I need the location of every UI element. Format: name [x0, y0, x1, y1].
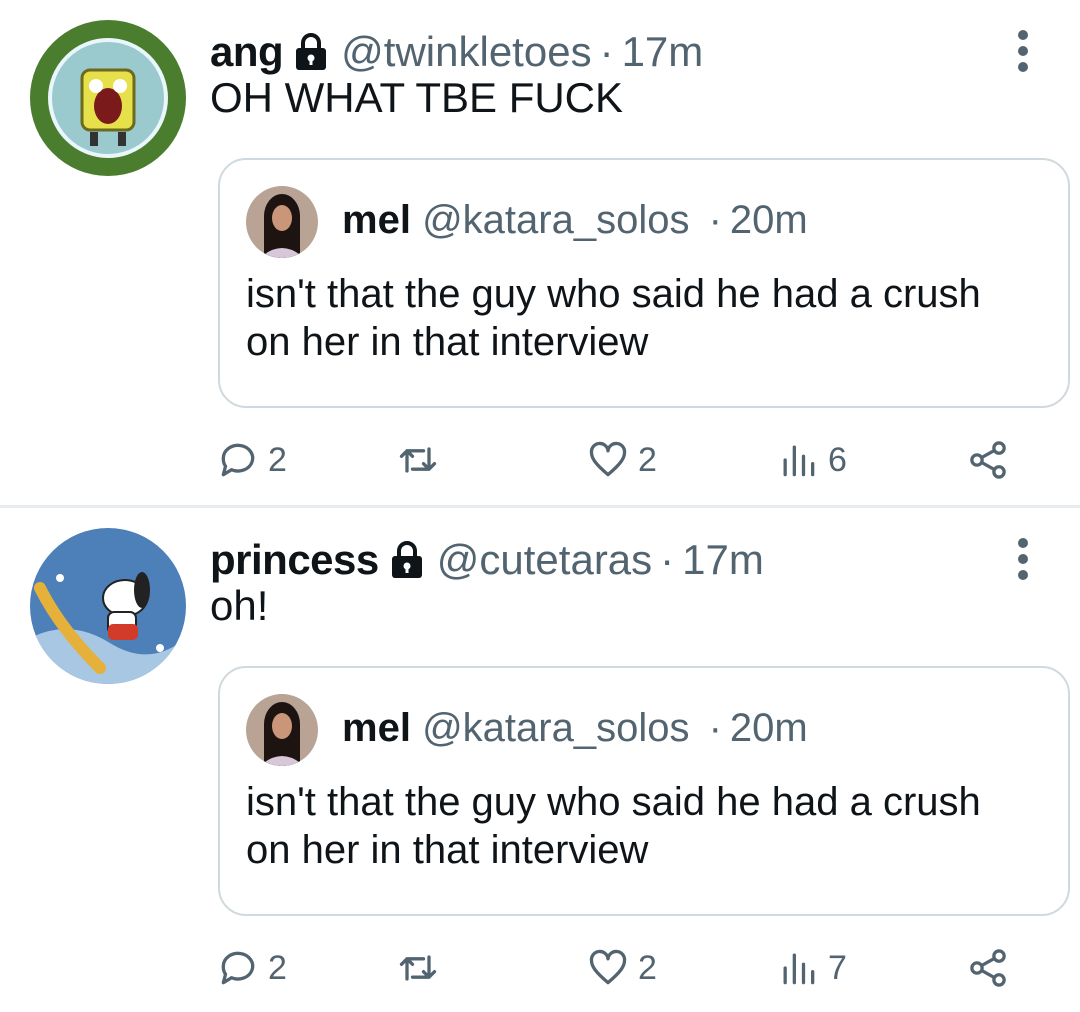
quoted-header: mel @katara_solos · 20m [342, 198, 808, 243]
quoted-timestamp: 20m [729, 198, 808, 242]
quoted-author-name[interactable]: mel [342, 198, 411, 242]
tweet-text: oh! [210, 582, 269, 629]
reply-button[interactable]: 2 [216, 943, 287, 993]
quoted-author-name[interactable]: mel [342, 706, 411, 750]
quoted-text: isn't that the guy who said he had a cru… [246, 272, 981, 364]
quoted-tweet[interactable]: mel @katara_solos · 20m isn't that the gu… [218, 666, 1070, 916]
tweet-header: ang @twinkletoes · 17m [210, 24, 703, 80]
author-handle[interactable]: @cutetaras [437, 536, 652, 584]
quoted-text: isn't that the guy who said he had a cru… [246, 780, 981, 872]
tweet[interactable]: ang @twinkletoes · 17m OH WHAT TBE FUCK … [0, 0, 1080, 506]
views-button[interactable]: 6 [776, 435, 847, 485]
action-bar: 2 2 7 [216, 943, 1016, 993]
timestamp[interactable]: 17m [682, 536, 764, 584]
views-count: 7 [828, 948, 847, 987]
separator: · [708, 706, 722, 750]
reply-count: 2 [268, 948, 287, 987]
reply-count: 2 [268, 440, 287, 479]
analytics-icon [783, 445, 815, 477]
like-button[interactable]: 2 [586, 943, 657, 993]
author-handle[interactable]: @twinkletoes [341, 28, 591, 76]
action-bar: 2 2 6 [216, 435, 1016, 485]
author-name[interactable]: ang [210, 28, 284, 76]
share-button[interactable] [966, 943, 1010, 993]
quoted-header: mel @katara_solos · 20m [342, 706, 808, 751]
quoted-timestamp: 20m [729, 706, 808, 750]
reply-icon [221, 443, 255, 477]
quoted-author-handle[interactable]: @katara_solos [422, 198, 689, 242]
share-icon [970, 949, 1006, 987]
tweet[interactable]: princess @cutetaras · 17m oh! mel @katar… [0, 508, 1080, 1012]
tweet-text: OH WHAT TBE FUCK [210, 74, 624, 121]
reply-button[interactable]: 2 [216, 435, 287, 485]
tweet-header: princess @cutetaras · 17m [210, 532, 764, 588]
lock-icon [389, 540, 425, 580]
views-button[interactable]: 7 [776, 943, 847, 993]
share-icon [970, 441, 1006, 479]
retweet-icon [399, 955, 437, 981]
author-name[interactable]: princess [210, 536, 379, 584]
share-button[interactable] [966, 435, 1010, 485]
avatar[interactable] [246, 186, 318, 258]
reply-icon [221, 951, 255, 985]
retweet-button[interactable] [396, 943, 448, 993]
more-options-icon[interactable] [1016, 538, 1030, 580]
quoted-tweet[interactable]: mel @katara_solos · 20m isn't that the gu… [218, 158, 1070, 408]
retweet-icon [399, 447, 437, 473]
separator: · [708, 198, 722, 242]
separator: · [660, 536, 675, 583]
like-button[interactable]: 2 [586, 435, 657, 485]
avatar[interactable] [30, 20, 186, 176]
like-count: 2 [638, 948, 657, 987]
like-count: 2 [638, 440, 657, 479]
heart-icon [589, 441, 627, 477]
lock-icon [293, 32, 329, 72]
analytics-icon [783, 953, 815, 985]
more-options-icon[interactable] [1016, 30, 1030, 72]
quoted-author-handle[interactable]: @katara_solos [422, 706, 689, 750]
avatar[interactable] [30, 528, 186, 684]
views-count: 6 [828, 440, 847, 479]
retweet-button[interactable] [396, 435, 448, 485]
separator: · [599, 28, 614, 75]
avatar[interactable] [246, 694, 318, 766]
heart-icon [589, 949, 627, 985]
timestamp[interactable]: 17m [622, 28, 704, 76]
